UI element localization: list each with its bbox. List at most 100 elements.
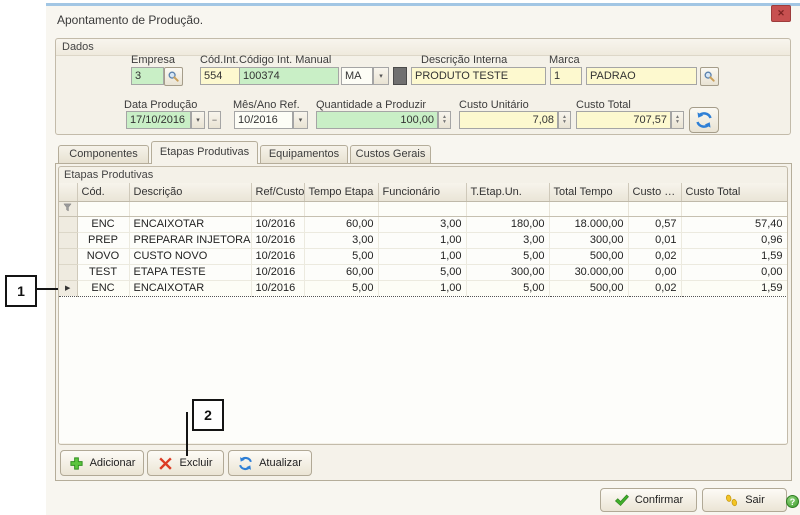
grid-cell[interactable]: 60,00	[304, 264, 378, 280]
grid-cell[interactable]: 10/2016	[251, 216, 304, 232]
grid-cell[interactable]: PREP	[77, 232, 129, 248]
grid-col-header[interactable]: Tempo Etapa	[304, 183, 378, 201]
grid-cell[interactable]: 180,00	[466, 216, 549, 232]
row-indicator[interactable]	[59, 216, 77, 232]
row-indicator[interactable]	[59, 232, 77, 248]
grid-col-header[interactable]: Custo …	[628, 183, 681, 201]
confirmar-button[interactable]: Confirmar	[600, 488, 697, 512]
grid-cell[interactable]: TEST	[77, 264, 129, 280]
grid-col-header[interactable]: Descrição	[129, 183, 251, 201]
grid-cell[interactable]: NOVO	[77, 248, 129, 264]
grid-cell[interactable]: 10/2016	[251, 248, 304, 264]
grid-cell[interactable]: 5,00	[466, 280, 549, 296]
custo-total-spinner[interactable]: ▲ ▼	[671, 111, 684, 129]
sair-button[interactable]: Sair	[702, 488, 787, 512]
grid-cell[interactable]: 0,00	[681, 264, 787, 280]
grid-cell[interactable]: ETAPA TESTE	[129, 264, 251, 280]
grid-row[interactable]: PREPPREPARAR INJETORA10/20163,001,003,00…	[59, 232, 787, 248]
quantidade-spinner[interactable]: ▲ ▼	[438, 111, 451, 129]
atualizar-button[interactable]: Atualizar	[228, 450, 312, 476]
grid-cell[interactable]: ENCAIXOTAR	[129, 216, 251, 232]
grid-col-header[interactable]: Cód.	[77, 183, 129, 201]
grid-cell[interactable]: 1,00	[378, 232, 466, 248]
adicionar-button[interactable]: Adicionar	[60, 450, 144, 476]
grid-cell[interactable]: 5,00	[304, 248, 378, 264]
grid-col-header[interactable]: Total Tempo	[549, 183, 628, 201]
marca-name-field[interactable]: PADRAO	[586, 67, 697, 85]
grid-cell[interactable]: 5,00	[378, 264, 466, 280]
grid-cell[interactable]: 10/2016	[251, 264, 304, 280]
cod-int-field[interactable]: 554	[200, 67, 242, 85]
filter-row-indicator[interactable]	[59, 201, 77, 216]
filter-cell[interactable]	[681, 201, 787, 216]
grid-cell[interactable]: 0,96	[681, 232, 787, 248]
row-indicator[interactable]	[59, 264, 77, 280]
empresa-field[interactable]: 3	[131, 67, 164, 85]
grid-cell[interactable]: 300,00	[549, 232, 628, 248]
grid-cell[interactable]: 5,00	[304, 280, 378, 296]
grid-cell[interactable]: 1,00	[378, 248, 466, 264]
empresa-lookup-button[interactable]	[164, 67, 183, 86]
grid-cell[interactable]: 0,01	[628, 232, 681, 248]
grid-row[interactable]: TESTETAPA TESTE10/201660,005,00300,0030.…	[59, 264, 787, 280]
tab-custos-gerais[interactable]: Custos Gerais	[350, 145, 431, 163]
grid-corner-cell[interactable]	[59, 183, 77, 201]
grid-col-header[interactable]: Ref/Custo	[251, 183, 304, 201]
tab-etapas-produtivas[interactable]: Etapas Produtivas	[151, 141, 258, 164]
grid-cell[interactable]: 3,00	[304, 232, 378, 248]
data-producao-dropdown[interactable]: ▾	[191, 111, 205, 129]
filter-cell[interactable]	[628, 201, 681, 216]
grid-cell[interactable]: 500,00	[549, 280, 628, 296]
marca-lookup-button[interactable]	[700, 67, 719, 86]
grid-cell[interactable]: 500,00	[549, 248, 628, 264]
custo-unitario-field[interactable]: 7,08	[459, 111, 558, 129]
grid-row[interactable]: ENCENCAIXOTAR10/201660,003,00180,0018.00…	[59, 216, 787, 232]
grid-cell[interactable]: ENC	[77, 280, 129, 296]
grid-cell[interactable]: 0,57	[628, 216, 681, 232]
mes-ano-field[interactable]: 10/2016	[234, 111, 293, 129]
row-indicator[interactable]: ▶	[59, 280, 77, 296]
custo-total-field[interactable]: 707,57	[576, 111, 671, 129]
dark-square-button[interactable]	[393, 67, 407, 85]
grid-cell[interactable]: ENCAIXOTAR	[129, 280, 251, 296]
data-producao-field[interactable]: 17/10/2016	[126, 111, 191, 129]
codigo-manual-field[interactable]: 100374	[239, 67, 339, 85]
recalculate-button[interactable]	[689, 107, 719, 133]
filter-cell[interactable]	[77, 201, 129, 216]
quantidade-field[interactable]: 100,00	[316, 111, 438, 129]
filter-cell[interactable]	[466, 201, 549, 216]
grid-cell[interactable]: ENC	[77, 216, 129, 232]
grid-cell[interactable]: 0,02	[628, 280, 681, 296]
grid-cell[interactable]: 0,02	[628, 248, 681, 264]
grid-cell[interactable]: 30.000,00	[549, 264, 628, 280]
filter-cell[interactable]	[251, 201, 304, 216]
grid-cell[interactable]: 300,00	[466, 264, 549, 280]
grid-cell[interactable]: 1,59	[681, 280, 787, 296]
mes-ano-dropdown[interactable]: ▾	[293, 111, 308, 129]
grid-cell[interactable]: PREPARAR INJETORA	[129, 232, 251, 248]
grid-cell[interactable]: 1,00	[378, 280, 466, 296]
grid-cell[interactable]: 10/2016	[251, 232, 304, 248]
marca-code-field[interactable]: 1	[550, 67, 582, 85]
grid-cell[interactable]: 0,00	[628, 264, 681, 280]
custo-unitario-spinner[interactable]: ▲ ▼	[558, 111, 571, 129]
tipo-combo-dropdown[interactable]: ▾	[373, 67, 389, 85]
etapas-grid[interactable]: Cód.DescriçãoRef/CustoTempo EtapaFuncion…	[59, 183, 787, 297]
row-indicator[interactable]	[59, 248, 77, 264]
grid-cell[interactable]: 3,00	[378, 216, 466, 232]
tab-equipamentos[interactable]: Equipamentos	[260, 145, 348, 163]
grid-cell[interactable]: 18.000,00	[549, 216, 628, 232]
grid-cell[interactable]: 60,00	[304, 216, 378, 232]
grid-row[interactable]: ▶ENCENCAIXOTAR10/20165,001,005,00500,000…	[59, 280, 787, 296]
tab-componentes[interactable]: Componentes	[58, 145, 149, 163]
tipo-combo-value[interactable]: MA	[341, 67, 373, 85]
grid-col-header[interactable]: Custo Total	[681, 183, 787, 201]
grid-col-header[interactable]: Funcionário	[378, 183, 466, 201]
grid-cell[interactable]: 57,40	[681, 216, 787, 232]
descricao-field[interactable]: PRODUTO TESTE	[411, 67, 546, 85]
close-button[interactable]: ✕	[771, 5, 791, 22]
data-producao-clear-button[interactable]: −	[208, 111, 221, 129]
grid-cell[interactable]: 1,59	[681, 248, 787, 264]
filter-cell[interactable]	[129, 201, 251, 216]
filter-cell[interactable]	[304, 201, 378, 216]
